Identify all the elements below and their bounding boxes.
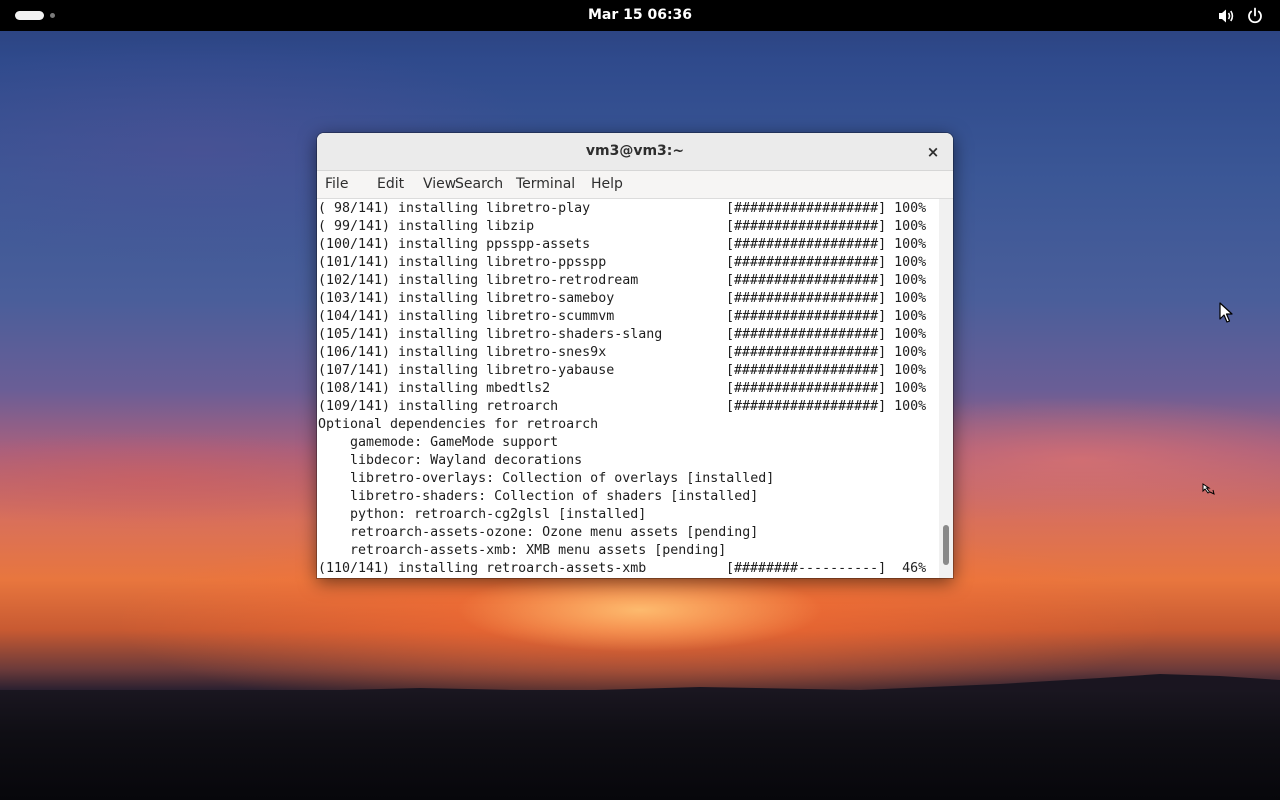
terminal-line: libretro-shaders: Collection of shaders … — [318, 489, 759, 504]
terminal-line: ( 99/141) installing libzip — [318, 219, 535, 234]
menu-bar: File Edit View Search Terminal Help — [317, 171, 953, 199]
terminal-line: (107/141) installing libretro-yabause — [318, 363, 615, 378]
progress-bar-text: [##################] 100% — [726, 327, 927, 342]
progress-bar-text: [##################] 100% — [726, 363, 927, 378]
menu-terminal[interactable]: Terminal — [509, 171, 582, 198]
progress-bar-text: [##################] 100% — [726, 345, 927, 360]
menu-file[interactable]: File — [318, 171, 355, 198]
progress-bar-text: [##################] 100% — [726, 273, 927, 288]
progress-bar-text: [##################] 100% — [726, 219, 927, 234]
clock-datetime[interactable]: Mar 15 06:36 — [588, 7, 692, 23]
menu-help[interactable]: Help — [584, 171, 630, 198]
progress-bar-text: [##################] 100% — [726, 309, 927, 324]
volume-icon[interactable] — [1216, 6, 1236, 26]
close-button[interactable]: × — [921, 140, 945, 164]
progress-bar-text: [########----------] 46% — [726, 561, 927, 576]
power-icon[interactable] — [1245, 6, 1265, 26]
terminal-output[interactable]: ( 98/141) installing libretro-play [####… — [317, 199, 939, 578]
terminal-line: (106/141) installing libretro-snes9x — [318, 345, 607, 360]
terminal-line: python: retroarch-cg2glsl [installed] — [318, 507, 647, 522]
mouse-pointer-icon — [1219, 302, 1233, 323]
progress-bar-text: [##################] 100% — [726, 381, 927, 396]
terminal-line: (108/141) installing mbedtls2 — [318, 381, 551, 396]
scrollbar-thumb[interactable] — [943, 525, 949, 565]
terminal-line: libdecor: Wayland decorations — [318, 453, 583, 468]
terminal-line: Optional dependencies for retroarch — [318, 417, 599, 432]
terminal-line: (101/141) installing libretro-ppsspp — [318, 255, 607, 270]
progress-bar-text: [##################] 100% — [726, 291, 927, 306]
menu-edit[interactable]: Edit — [370, 171, 411, 198]
progress-bar-text: [##################] 100% — [726, 237, 927, 252]
terminal-line: (105/141) installing libretro-shaders-sl… — [318, 327, 663, 342]
workspace-indicator[interactable] — [50, 13, 55, 18]
resize-cursor-icon — [1202, 483, 1215, 495]
progress-bar-text: [##################] 100% — [726, 399, 927, 414]
menu-search[interactable]: Search — [448, 171, 510, 198]
progress-bar-text: [##################] 100% — [726, 201, 927, 216]
window-titlebar[interactable]: vm3@vm3:~ × — [317, 133, 953, 171]
terminal-scrollbar[interactable] — [939, 199, 953, 578]
terminal-line: (110/141) installing retroarch-assets-xm… — [318, 561, 647, 576]
window-title: vm3@vm3:~ — [585, 143, 685, 159]
terminal-line: libretro-overlays: Collection of overlay… — [318, 471, 775, 486]
terminal-line: ( 98/141) installing libretro-play — [318, 201, 591, 216]
activities-button[interactable] — [15, 11, 44, 20]
terminal-line: gamemode: GameMode support — [318, 435, 559, 450]
terminal-line: (104/141) installing libretro-scummvm — [318, 309, 615, 324]
terminal-line: (103/141) installing libretro-sameboy — [318, 291, 615, 306]
terminal-line: (102/141) installing libretro-retrodream — [318, 273, 639, 288]
top-bar: Mar 15 06:36 — [0, 0, 1280, 31]
terminal-line: (109/141) installing retroarch — [318, 399, 559, 414]
terminal-line: retroarch-assets-ozone: Ozone menu asset… — [318, 525, 759, 540]
progress-bar-text: [##################] 100% — [726, 255, 927, 270]
terminal-window: vm3@vm3:~ × File Edit View Search Termin… — [317, 133, 953, 578]
terminal-line: (100/141) installing ppsspp-assets — [318, 237, 591, 252]
sea-horizon — [0, 690, 1280, 800]
terminal-line: retroarch-assets-xmb: XMB menu assets [p… — [318, 543, 727, 558]
